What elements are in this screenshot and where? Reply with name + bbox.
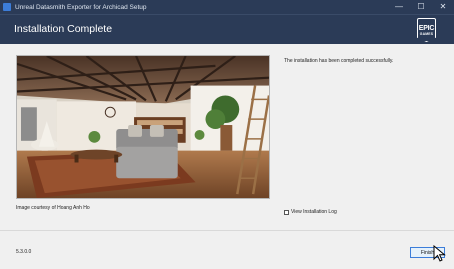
logo-line-1: EPIC	[418, 24, 435, 32]
version-label: 5.3.0.0	[16, 249, 32, 255]
view-log-option[interactable]: View Installation Log	[284, 209, 337, 215]
epic-games-logo: EPIC GAMES	[417, 18, 436, 42]
header-banner: Installation Complete EPIC GAMES	[0, 14, 454, 44]
minimize-button[interactable]: —	[388, 0, 410, 14]
window-title: Unreal Datasmith Exporter for Archicad S…	[15, 3, 147, 11]
title-bar: Unreal Datasmith Exporter for Archicad S…	[0, 0, 454, 14]
mouse-cursor-icon	[433, 245, 446, 262]
page-title: Installation Complete	[14, 23, 113, 35]
footer-divider	[0, 230, 454, 231]
app-icon	[3, 3, 11, 11]
completion-message: The installation has been completed succ…	[284, 58, 394, 64]
maximize-button[interactable]: ☐	[410, 0, 432, 14]
interior-render-image	[16, 55, 270, 199]
logo-line-2: GAMES	[419, 31, 434, 36]
window-controls: — ☐ ✕	[388, 0, 454, 14]
view-log-label: View Installation Log	[291, 209, 337, 215]
close-button[interactable]: ✕	[432, 0, 454, 14]
view-log-checkbox[interactable]	[284, 209, 289, 215]
image-credit: Image courtesy of Hoang Anh Ho	[16, 205, 90, 211]
